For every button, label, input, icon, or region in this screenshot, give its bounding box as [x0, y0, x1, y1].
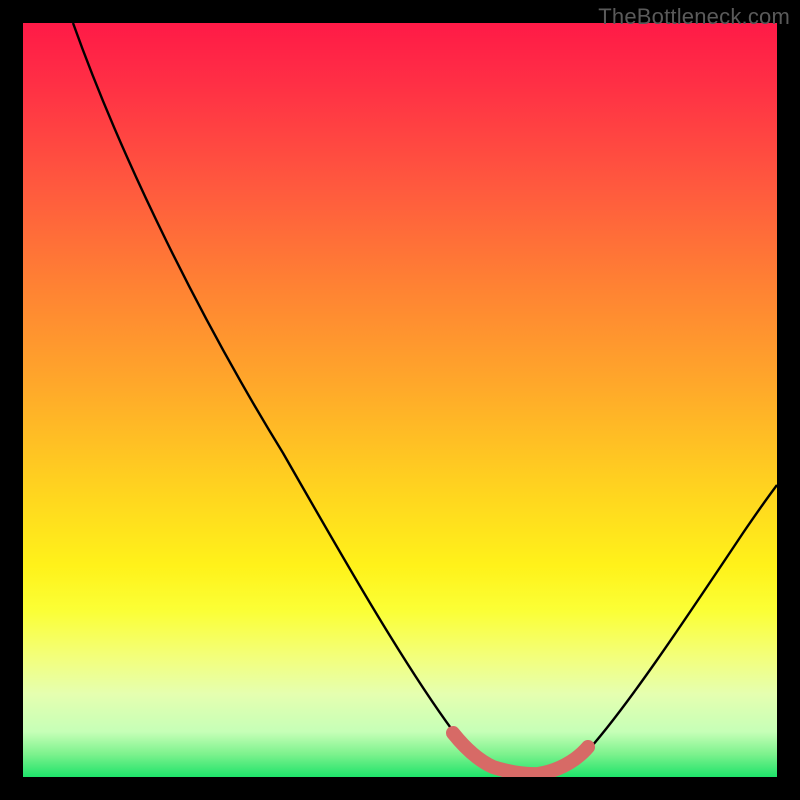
- curve-layer: [23, 23, 777, 777]
- watermark-text: TheBottleneck.com: [598, 4, 790, 30]
- bottleneck-curve: [73, 23, 777, 775]
- optimal-band: [453, 733, 588, 774]
- plot-area: [23, 23, 777, 777]
- chart-frame: [23, 23, 777, 777]
